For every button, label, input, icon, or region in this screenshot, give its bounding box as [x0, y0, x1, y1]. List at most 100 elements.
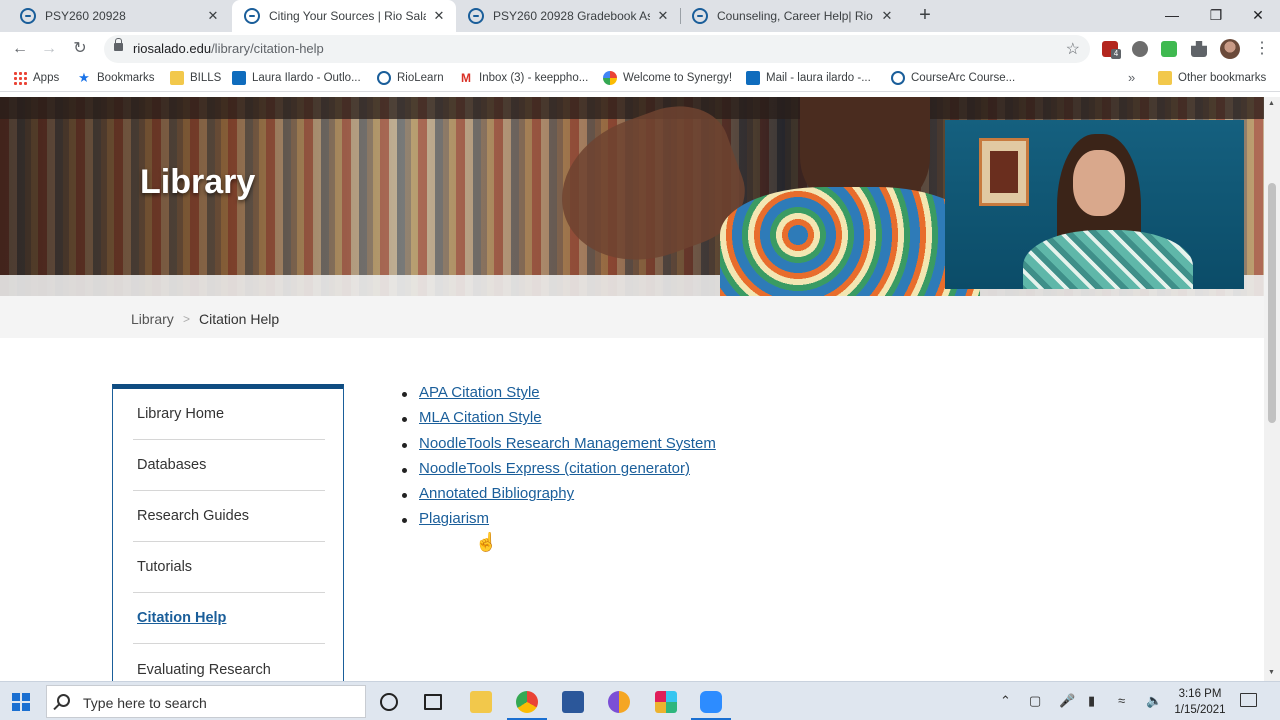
- windows-start-icon[interactable]: [12, 693, 30, 711]
- battery-icon[interactable]: ▮: [1088, 693, 1095, 709]
- rio-salado-favicon-icon: [244, 8, 260, 24]
- reload-icon[interactable]: ↻: [68, 37, 92, 61]
- bookmark-bookmarks[interactable]: ★ Bookmarks: [77, 70, 154, 85]
- close-window-icon[interactable]: ✕: [1236, 0, 1280, 30]
- phone-link-icon[interactable]: ▢: [1029, 693, 1041, 709]
- sidebar-item-tutorials[interactable]: Tutorials: [133, 542, 325, 593]
- sidebar-item-databases[interactable]: Databases: [133, 440, 325, 491]
- forward-arrow-icon[interactable]: →: [37, 37, 61, 61]
- bookmark-label: CourseArc Course...: [911, 72, 1016, 84]
- sidebar-item-evaluating-research[interactable]: Evaluating Research: [133, 644, 325, 681]
- url-text: riosalado.edu/library/citation-help: [133, 41, 324, 56]
- tab-strip: PSY260 20928 ✕ Citing Your Sources | Rio…: [0, 0, 1280, 32]
- breadcrumb-item-library[interactable]: Library: [131, 311, 174, 327]
- page-scrollbar[interactable]: ▲ ▼: [1264, 97, 1280, 681]
- wifi-icon[interactable]: ≈: [1118, 693, 1125, 708]
- microphone-icon[interactable]: 🎤: [1059, 693, 1075, 709]
- circle-extension-icon[interactable]: [1132, 41, 1148, 57]
- bookmark-label: Laura Ilardo - Outlo...: [252, 72, 361, 84]
- address-bar[interactable]: riosalado.edu/library/citation-help ☆: [104, 35, 1090, 63]
- wall-picture-image: [979, 138, 1029, 206]
- restore-icon[interactable]: ❐: [1194, 0, 1238, 30]
- volume-icon[interactable]: 🔈: [1146, 693, 1162, 709]
- bookmark-inbox[interactable]: M Inbox (3) - keeppho...: [459, 71, 588, 85]
- bookmark-mail[interactable]: Mail - laura ilardo -...: [746, 71, 871, 85]
- tab-title: Citing Your Sources | Rio Salado: [269, 9, 426, 23]
- tab-psy260[interactable]: PSY260 20928 ✕: [8, 0, 230, 32]
- scroll-down-icon[interactable]: ▼: [1268, 669, 1275, 676]
- bookmark-label: RioLearn: [397, 72, 444, 84]
- more-bookmarks-chevron-icon[interactable]: »: [1128, 70, 1135, 85]
- bookmark-bills[interactable]: BILLS: [170, 71, 221, 85]
- slack-icon[interactable]: [655, 691, 677, 713]
- file-explorer-icon[interactable]: [470, 691, 492, 713]
- annotated-bibliography-link[interactable]: Annotated Bibliography: [419, 485, 574, 502]
- bookmark-star-icon[interactable]: ☆: [1066, 39, 1080, 59]
- rio-icon: [377, 71, 391, 85]
- new-tab-button[interactable]: +: [914, 4, 936, 26]
- url-host: riosalado.edu: [133, 41, 212, 56]
- webcam-video-overlay[interactable]: [945, 120, 1244, 289]
- url-path: /library/citation-help: [211, 41, 324, 56]
- bookmark-coursearc[interactable]: CourseArc Course...: [891, 71, 1015, 85]
- star-icon: ★: [78, 70, 90, 85]
- lock-icon: [114, 38, 123, 51]
- taskbar-search-input[interactable]: Type here to search: [46, 685, 366, 718]
- puzzle-extensions-icon[interactable]: [1191, 41, 1207, 57]
- synergy-icon: [603, 71, 617, 85]
- tab-counseling[interactable]: Counseling, Career Help| Rio Sala ✕: [680, 0, 904, 32]
- tab-citing-your-sources[interactable]: Citing Your Sources | Rio Salado ✕: [232, 0, 456, 32]
- bookmark-other[interactable]: Other bookmarks: [1158, 71, 1266, 85]
- scroll-thumb[interactable]: [1268, 183, 1276, 423]
- rio-salado-favicon-icon: [20, 8, 36, 24]
- tray-chevron-icon[interactable]: ⌃: [1000, 693, 1011, 709]
- sidebar-item-citation-help[interactable]: Citation Help: [133, 593, 325, 644]
- close-tab-icon[interactable]: ✕: [880, 8, 894, 24]
- library-sidebar-nav: Library Home Databases Research Guides T…: [112, 384, 344, 681]
- citation-links-list: APA Citation Style MLA Citation Style No…: [400, 384, 716, 536]
- taskbar-clock[interactable]: 3:16 PM 1/15/2021: [1172, 686, 1228, 718]
- chrome-menu-icon[interactable]: ⋮: [1254, 38, 1270, 58]
- scroll-up-icon[interactable]: ▲: [1268, 100, 1275, 107]
- task-view-icon[interactable]: [424, 694, 442, 710]
- hero-banner: Library: [0, 97, 1264, 296]
- bookmark-label: Mail - laura ilardo -...: [766, 72, 871, 84]
- tab-gradebook[interactable]: PSY260 20928 Gradebook Assess ✕: [456, 0, 680, 32]
- bookmark-riolearn[interactable]: RioLearn: [377, 71, 444, 85]
- mla-citation-link[interactable]: MLA Citation Style: [419, 409, 542, 426]
- close-tab-icon[interactable]: ✕: [656, 8, 670, 24]
- list-item: Plagiarism: [400, 510, 716, 535]
- sidebar-item-library-home[interactable]: Library Home: [133, 389, 325, 440]
- bookmark-apps[interactable]: Apps: [13, 71, 59, 85]
- close-tab-icon[interactable]: ✕: [432, 8, 446, 24]
- noodletools-research-link[interactable]: NoodleTools Research Management System: [419, 435, 716, 452]
- apps-grid-icon: [13, 71, 27, 85]
- breadcrumb-link[interactable]: Library: [131, 311, 174, 327]
- folder-icon: [1158, 71, 1172, 85]
- list-item: MLA Citation Style: [400, 409, 716, 434]
- bookmark-synergy[interactable]: Welcome to Synergy!: [603, 71, 732, 85]
- search-placeholder: Type here to search: [83, 695, 207, 711]
- green-extension-icon[interactable]: [1161, 41, 1177, 57]
- profile-avatar[interactable]: [1220, 39, 1240, 59]
- minimize-icon[interactable]: —: [1150, 0, 1194, 30]
- sidebar-item-research-guides[interactable]: Research Guides: [133, 491, 325, 542]
- coursearc-icon: [891, 71, 905, 85]
- plagiarism-link[interactable]: Plagiarism: [419, 510, 489, 527]
- browser-toolbar: ← → ↻ riosalado.edu/library/citation-hel…: [0, 32, 1280, 66]
- apa-citation-link[interactable]: APA Citation Style: [419, 384, 540, 401]
- bookmark-label: Other bookmarks: [1178, 72, 1267, 84]
- app-circle-icon[interactable]: [608, 691, 630, 713]
- notifications-icon[interactable]: [1240, 693, 1257, 707]
- zoom-icon[interactable]: [700, 691, 722, 713]
- noodletools-express-link[interactable]: NoodleTools Express (citation generator): [419, 460, 690, 477]
- cortana-icon[interactable]: [380, 693, 398, 711]
- hand-cursor-icon: ☝: [475, 532, 498, 552]
- gmail-icon: M: [461, 71, 471, 85]
- rio-salado-favicon-icon: [692, 8, 708, 24]
- word-icon[interactable]: [562, 691, 584, 713]
- close-tab-icon[interactable]: ✕: [206, 8, 220, 24]
- bookmark-outlook[interactable]: Laura Ilardo - Outlo...: [232, 71, 361, 85]
- chrome-icon[interactable]: [516, 691, 538, 713]
- back-arrow-icon[interactable]: ←: [8, 37, 32, 61]
